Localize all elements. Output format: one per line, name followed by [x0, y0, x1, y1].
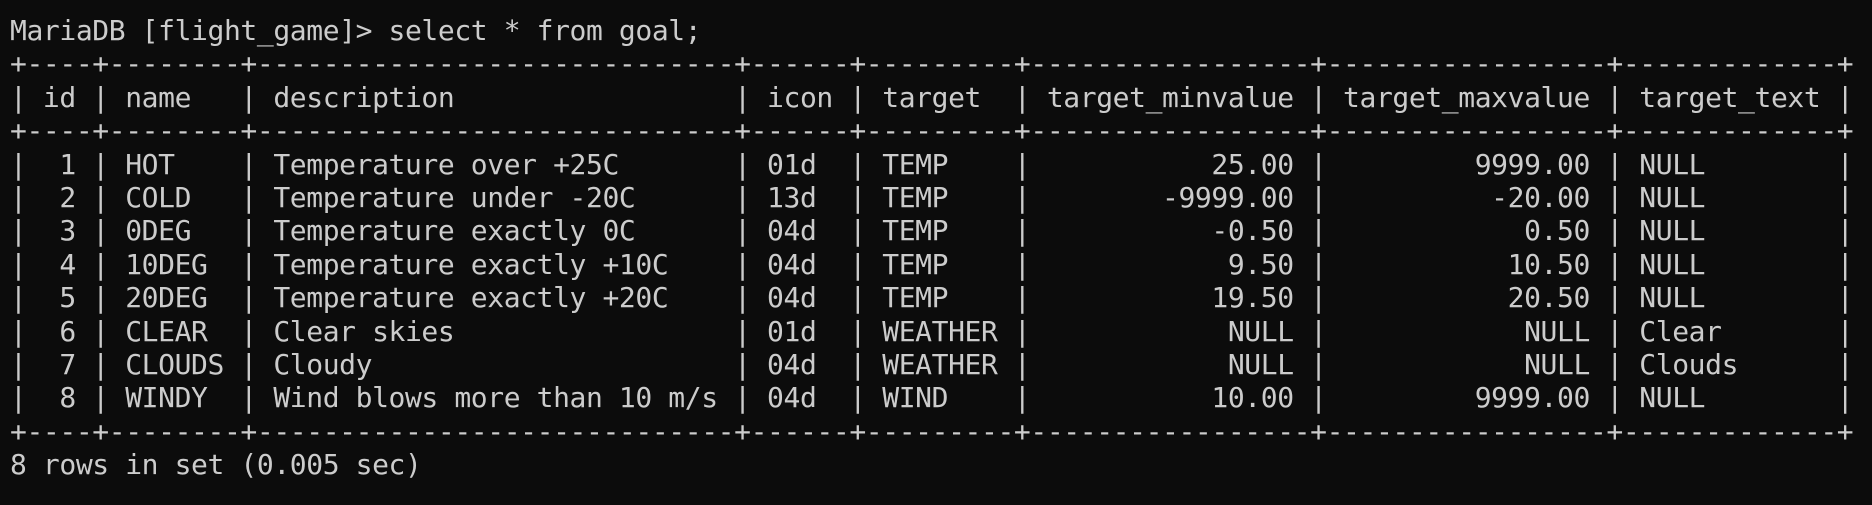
- table-row: | 4 | 10DEG | Temperature exactly +10C |…: [10, 247, 1854, 281]
- table-row: | 2 | COLD | Temperature under -20C | 13…: [10, 180, 1854, 214]
- command-prompt: MariaDB [flight_game]> select * from goa…: [10, 14, 702, 47]
- table-row: | 8 | WINDY | Wind blows more than 10 m/…: [10, 381, 1854, 415]
- table-header-row: | id | name | description | icon | targe…: [10, 80, 1854, 114]
- table-row: | 1 | HOT | Temperature over +25C | 01d …: [10, 147, 1854, 181]
- result-summary: 8 rows in set (0.005 sec): [10, 448, 422, 482]
- table-row: | 7 | CLOUDS | Cloudy | 04d | WEATHER | …: [10, 347, 1854, 381]
- table-border-bottom: +----+--------+-------------------------…: [10, 414, 1854, 448]
- table-border-top: +----+--------+-------------------------…: [10, 47, 1854, 81]
- terminal-window[interactable]: MariaDB [flight_game]> select * from goa…: [0, 0, 1872, 505]
- table-row: | 5 | 20DEG | Temperature exactly +20C |…: [10, 281, 1854, 315]
- table-row: | 6 | CLEAR | Clear skies | 01d | WEATHE…: [10, 314, 1854, 348]
- table-row: | 3 | 0DEG | Temperature exactly 0C | 04…: [10, 214, 1854, 248]
- table-border-header: +----+--------+-------------------------…: [10, 114, 1854, 148]
